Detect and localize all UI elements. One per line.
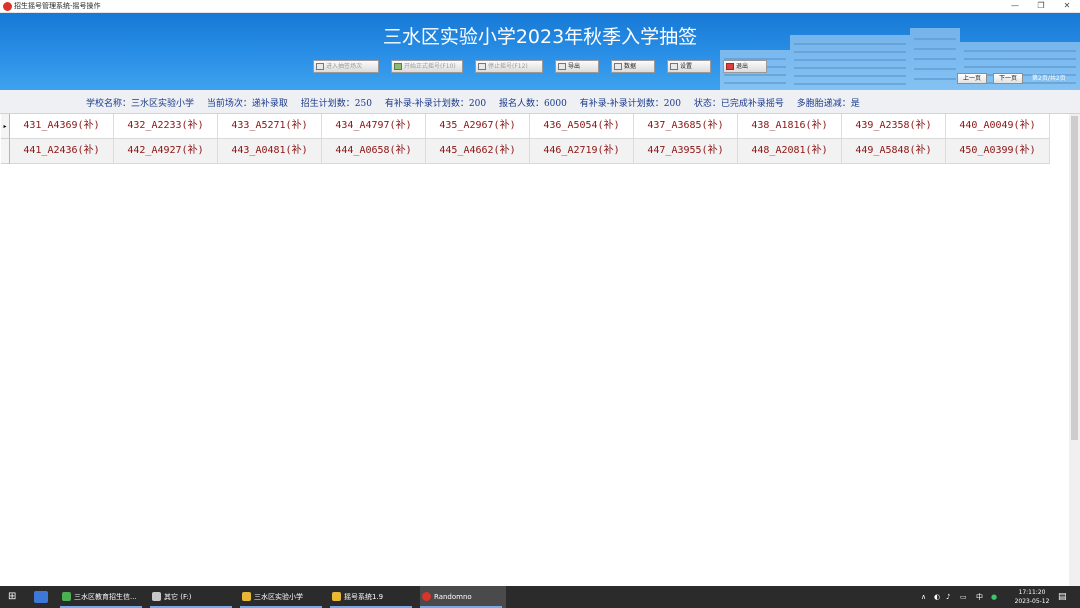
data-icon <box>614 63 622 70</box>
result-cell[interactable]: 444_A0658(补) <box>322 139 426 164</box>
info-bar: 学校名称：三水区实验小学 当前场次：递补录取 招生计划数：250 有补录-补录计… <box>0 90 1080 114</box>
stop-icon <box>478 63 486 70</box>
taskbar-item-label: 摇号系统1.9 <box>344 593 384 601</box>
result-cell[interactable]: 440_A0049(补) <box>946 114 1050 139</box>
settings-label: 设置 <box>680 63 693 70</box>
ime-indicator[interactable]: 中 <box>976 586 983 608</box>
pinned-app-icon[interactable] <box>34 591 48 603</box>
result-cell[interactable]: 431_A4369(补) <box>10 114 114 139</box>
result-cell[interactable]: 436_A5054(补) <box>530 114 634 139</box>
enrollment-plan: 招生计划数：250 <box>300 99 372 109</box>
exit-button[interactable]: 退出 <box>723 60 767 73</box>
result-cell[interactable]: 437_A3685(补) <box>634 114 738 139</box>
applicant-count: 报名人数：6000 <box>498 99 567 109</box>
page-indicator: 第2页/共2页 <box>1032 75 1066 82</box>
export-icon <box>558 63 566 70</box>
enter-session-button[interactable]: 进入抽签场次 <box>313 60 379 73</box>
taskbar-item-drive[interactable]: 其它 (F:) <box>150 586 236 608</box>
taskbar-item-label: 三水区教育招生信... <box>74 593 137 601</box>
folder-icon <box>242 592 251 601</box>
current-session: 当前场次：递补录取 <box>206 99 288 109</box>
clock-time: 17:11:20 <box>1018 589 1046 596</box>
supplement-plan-2: 有补录-补录计划数：200 <box>579 99 681 109</box>
taskbar-item-school-folder[interactable]: 三水区实验小学 <box>240 586 326 608</box>
school-name: 学校名称：三水区实验小学 <box>86 99 195 109</box>
row-selector[interactable] <box>1 139 10 164</box>
system-clock[interactable]: 17:11:20 2023-05-12 <box>1010 588 1054 606</box>
table-row[interactable]: 441_A2436(补) 442_A4927(补) 443_A0481(补) 4… <box>1 139 1050 164</box>
next-page-button[interactable]: 下一页 <box>993 73 1023 84</box>
folder-icon <box>332 592 341 601</box>
taskbar-item-label: Randomno <box>434 593 472 601</box>
clock-date: 2023-05-12 <box>1014 598 1050 605</box>
enter-session-label: 进入抽签场次 <box>326 63 363 70</box>
export-label: 导出 <box>568 63 581 70</box>
taskbar-item-lottery-folder[interactable]: 摇号系统1.9 <box>330 586 416 608</box>
result-cell[interactable]: 438_A1816(补) <box>738 114 842 139</box>
result-cell[interactable]: 435_A2967(补) <box>426 114 530 139</box>
result-cell[interactable]: 450_A0399(补) <box>946 139 1050 164</box>
exit-label: 退出 <box>736 63 749 70</box>
vertical-scrollbar[interactable] <box>1069 114 1080 586</box>
result-cell[interactable]: 434_A4797(补) <box>322 114 426 139</box>
result-cell[interactable]: 439_A2358(补) <box>842 114 946 139</box>
result-cell[interactable]: 441_A2436(补) <box>10 139 114 164</box>
network-icon[interactable]: ◐ <box>934 586 940 608</box>
close-button[interactable]: ✕ <box>1054 0 1080 13</box>
header-banner: 三水区实验小学2023年秋季入学抽签 进入抽签场次 开始正式摇号(F10) 停止… <box>0 13 1080 90</box>
app-window: 招生摇号管理系统-摇号操作 — ❐ ✕ 三水区实验小学2023年秋季入学抽签 进… <box>0 0 1080 608</box>
battery-icon[interactable]: ▭ <box>960 586 967 608</box>
notification-icon[interactable]: ▤ <box>1058 586 1067 608</box>
result-cell[interactable]: 446_A2719(补) <box>530 139 634 164</box>
result-cell[interactable]: 432_A2233(补) <box>114 114 218 139</box>
supplement-plan: 有补录-补录计划数：200 <box>384 99 487 109</box>
info-line: 学校名称：三水区实验小学 当前场次：递补录取 招生计划数：250 有补录-补录计… <box>86 96 870 109</box>
stop-draw-label: 停止摇号(F12) <box>488 63 528 70</box>
start-draw-label: 开始正式摇号(F10) <box>404 63 456 70</box>
result-cell[interactable]: 445_A4662(补) <box>426 139 530 164</box>
multi-child-rule: 多胞胎递减：是 <box>796 99 860 109</box>
security-app-icon[interactable]: ● <box>991 586 997 608</box>
export-button[interactable]: 导出 <box>555 60 599 73</box>
session-icon <box>316 63 324 70</box>
stop-draw-button[interactable]: 停止摇号(F12) <box>475 60 543 73</box>
start-draw-button[interactable]: 开始正式摇号(F10) <box>391 60 463 73</box>
row-selector-pointer[interactable]: ▸ <box>1 114 10 139</box>
taskbar-item-randomno[interactable]: Randomno <box>420 586 506 608</box>
scrollbar-thumb[interactable] <box>1071 116 1078 440</box>
drive-icon <box>152 592 161 601</box>
table-row[interactable]: ▸ 431_A4369(补) 432_A2233(补) 433_A5271(补)… <box>1 114 1050 139</box>
taskbar-item-portal[interactable]: 三水区教育招生信... <box>60 586 146 608</box>
title-bar: 招生摇号管理系统-摇号操作 — ❐ ✕ <box>0 0 1080 13</box>
browser-icon <box>62 592 71 601</box>
page-title: 三水区实验小学2023年秋季入学抽签 <box>382 26 698 48</box>
result-cell[interactable]: 443_A0481(补) <box>218 139 322 164</box>
volume-icon[interactable]: ♪ <box>946 586 950 608</box>
app-icon <box>422 592 431 601</box>
start-icon <box>394 63 402 70</box>
minimize-button[interactable]: — <box>1002 0 1028 13</box>
result-cell[interactable]: 442_A4927(补) <box>114 139 218 164</box>
result-cell[interactable]: 448_A2081(补) <box>738 139 842 164</box>
data-button[interactable]: 数据 <box>611 60 655 73</box>
result-cell[interactable]: 447_A3955(补) <box>634 139 738 164</box>
settings-icon <box>670 63 678 70</box>
draw-status: 状态：已完成补录摇号 <box>693 99 784 109</box>
result-cell[interactable]: 433_A5271(补) <box>218 114 322 139</box>
exit-icon <box>726 63 734 70</box>
app-icon <box>3 2 12 11</box>
data-label: 数据 <box>624 63 637 70</box>
chevron-up-icon[interactable]: ∧ <box>921 586 926 608</box>
windows-start-icon[interactable]: ⊞ <box>8 586 16 608</box>
maximize-button[interactable]: ❐ <box>1028 0 1054 13</box>
result-cell[interactable]: 449_A5848(补) <box>842 139 946 164</box>
window-title: 招生摇号管理系统-摇号操作 <box>14 2 101 10</box>
prev-page-button[interactable]: 上一页 <box>957 73 987 84</box>
settings-button[interactable]: 设置 <box>667 60 711 73</box>
taskbar-item-label: 三水区实验小学 <box>254 593 303 601</box>
taskbar-item-label: 其它 (F:) <box>164 593 192 601</box>
taskbar: ⊞ 三水区教育招生信... 其它 (F:) 三水区实验小学 摇号系统1.9 Ra… <box>0 586 1080 608</box>
